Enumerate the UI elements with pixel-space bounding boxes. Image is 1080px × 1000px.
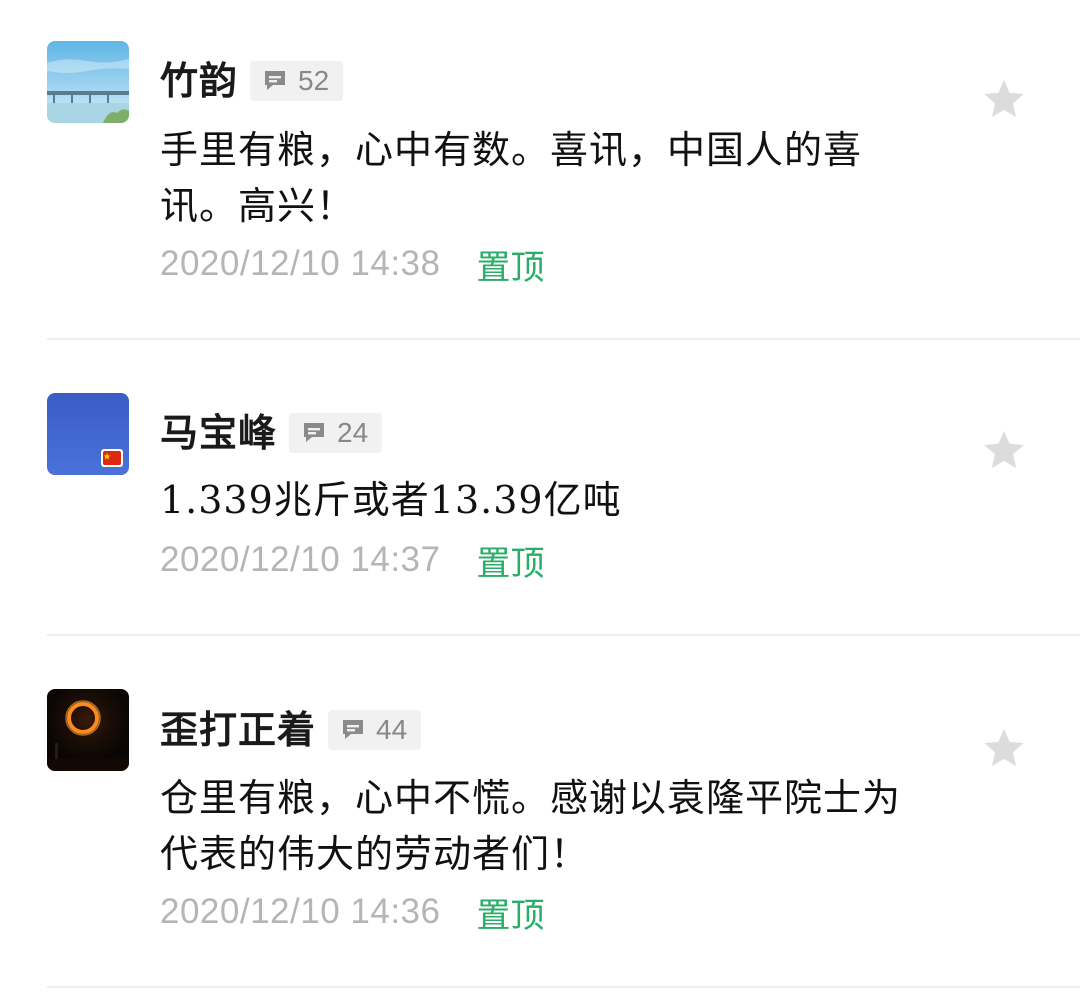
reply-count: 24 [337,417,369,448]
divider [47,986,1080,988]
favorite-star-button[interactable] [982,726,1026,770]
star-icon [984,729,1024,767]
pin-button[interactable]: 置顶 [476,888,544,937]
divider [47,338,1080,340]
reply-count: 44 [376,714,408,745]
commenter-name[interactable]: 竹韵 [160,60,238,102]
comment-bubble-icon [304,423,325,442]
comment-meta: 2020/12/10 14:36 置顶 [160,888,544,937]
avatar[interactable] [47,41,129,123]
star-icon [984,431,1024,469]
commenter-name[interactable]: 歪打正着 [160,709,316,751]
star-icon [984,80,1024,118]
comment-time: 2020/12/10 14:36 [160,892,441,931]
comment-time: 2020/12/10 14:37 [160,540,441,579]
comment-meta: 2020/12/10 14:37 置顶 [160,536,544,585]
comment-meta: 2020/12/10 14:38 置顶 [160,240,544,289]
reply-count: 52 [298,65,330,96]
reply-count-badge[interactable]: 52 [250,61,344,101]
comment-text: 仓里有粮，心中不慌。感谢以袁隆平院士为代表的伟大的劳动者们！ [160,776,902,876]
avatar-blue-flag-image [47,393,129,475]
divider [47,634,1080,636]
comment-text: 1.339兆斤或者13.39亿吨 [160,478,622,522]
avatar-eclipse-image [47,689,129,771]
favorite-star-button[interactable] [982,77,1026,121]
name-row: 马宝峰 24 [160,412,383,454]
comment-time: 2020/12/10 14:38 [160,244,441,283]
comment-bubble-icon [265,71,286,90]
reply-count-badge[interactable]: 24 [289,413,383,453]
avatar[interactable] [47,689,129,771]
comment-text: 手里有粮，心中有数。喜讯，中国人的喜讯。高兴！ [160,128,863,228]
pin-button[interactable]: 置顶 [476,536,544,585]
favorite-star-button[interactable] [982,428,1026,472]
name-row: 歪打正着 44 [160,709,422,751]
avatar[interactable] [47,393,129,475]
avatar-bridge-sky-image [47,41,129,123]
name-row: 竹韵 52 [160,60,344,102]
comment-bubble-icon [343,720,364,739]
commenter-name[interactable]: 马宝峰 [160,412,277,454]
reply-count-badge[interactable]: 44 [328,710,422,750]
pin-button[interactable]: 置顶 [476,240,544,289]
